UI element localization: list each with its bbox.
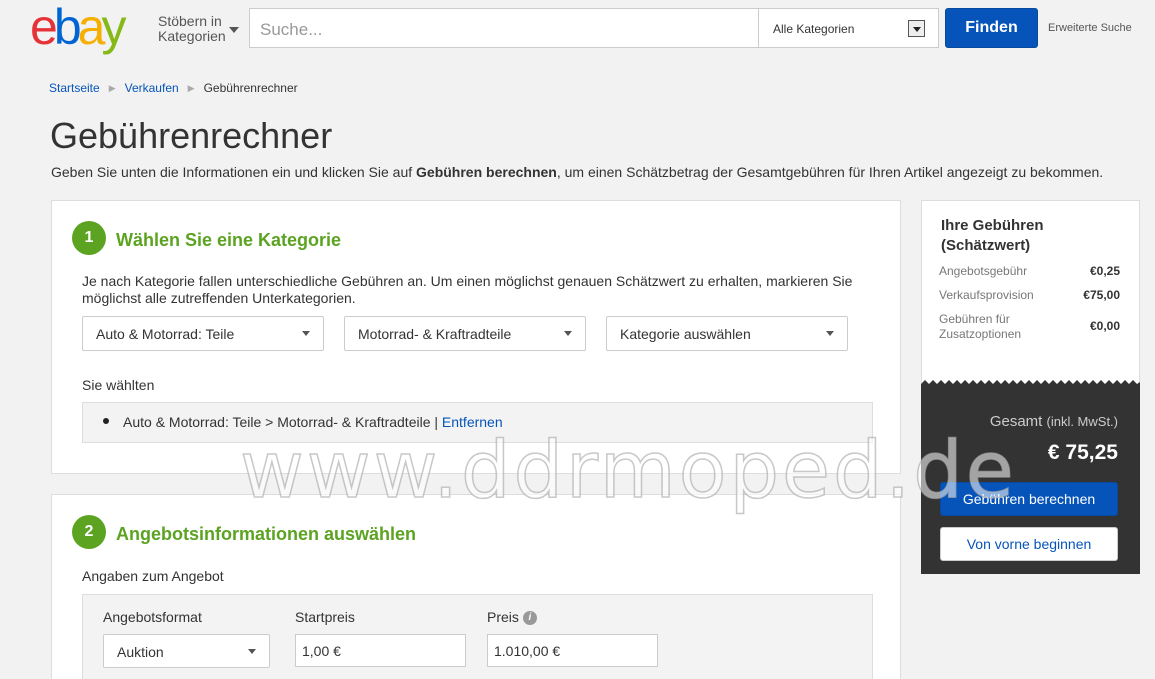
fee-value: €0,25 (1089, 264, 1120, 278)
dropdown-value: Auto & Motorrad: Teile (96, 326, 235, 342)
selected-category: Auto & Motorrad: Teile > Motorrad- & Kra… (82, 402, 873, 443)
chevron-down-icon (229, 27, 239, 33)
bullet-icon (103, 418, 109, 425)
breadcrumb: Startseite ▶ Verkaufen ▶ Gebührenrechner (49, 81, 298, 95)
fee-label: Angebotsgebühr (939, 264, 1028, 278)
format-label: Angebotsformat (103, 609, 202, 625)
find-button[interactable]: Finden (945, 8, 1038, 48)
start-over-button[interactable]: Von vorne beginnen (940, 527, 1118, 561)
calculate-fees-button[interactable]: Gebühren berechnen (940, 482, 1118, 516)
intro-after: , um einen Schätzbetrag der Gesamtgebühr… (556, 164, 1104, 180)
category-select[interactable]: Alle Kategorien (758, 8, 939, 48)
category-description: Je nach Kategorie fallen unterschiedlich… (82, 273, 853, 306)
fee-value: €75,00 (1083, 288, 1120, 302)
total-label: Gesamt (inkl. MwSt.) (990, 413, 1118, 430)
step-number-badge: 2 (72, 515, 106, 549)
category-dropdown-1[interactable]: Auto & Motorrad: Teile (82, 316, 324, 351)
logo-letter-e: e (30, 0, 58, 55)
logo-letter-b: b (53, 0, 82, 55)
chevron-right-icon: ▶ (108, 82, 116, 93)
intro-before: Geben Sie unten die Informationen ein un… (51, 164, 417, 180)
zigzag-edge (921, 380, 1140, 388)
price-input[interactable]: 1.010,00 € (487, 634, 658, 667)
browse-categories-button[interactable]: Stöbern in Kategorien (158, 14, 226, 44)
total-amount: € 75,25 (1047, 441, 1118, 464)
caret-down-icon (564, 331, 572, 336)
total-box: Gesamt (inkl. MwSt.) € 75,25 Gebühren be… (921, 380, 1140, 574)
page-title: Gebührenrechner (50, 115, 333, 156)
fee-row: Gebühren für Zusatzoptionen €0,00 (939, 312, 1120, 342)
step-number-badge: 1 (72, 221, 106, 255)
start-price-input[interactable]: 1,00 € (295, 634, 466, 667)
ebay-logo[interactable]: ebay (30, 0, 126, 55)
price-label-wrap: Preis i (487, 609, 537, 626)
fees-summary: Ihre Gebühren (Schätzwert) Angebotsgebüh… (921, 200, 1140, 386)
step-title: Wählen Sie eine Kategorie (116, 230, 342, 250)
browse-line-2: Kategorien (158, 28, 226, 44)
format-dropdown[interactable]: Auktion (103, 634, 270, 668)
fees-title: Ihre Gebühren (Schätzwert) (941, 217, 1044, 254)
start-price-label: Startpreis (295, 609, 355, 625)
price-label: Preis (487, 609, 519, 625)
fee-value: €0,00 (1089, 319, 1120, 333)
fee-label: Verkaufsprovision (939, 288, 1034, 302)
breadcrumb-current: Gebührenrechner (203, 81, 298, 95)
remove-link[interactable]: Entfernen (442, 414, 503, 430)
category-panel: 1 Wählen Sie eine Kategorie Je nach Kate… (51, 200, 901, 474)
caret-down-icon (826, 331, 834, 336)
fee-label: Gebühren für Zusatzoptionen (939, 312, 1022, 341)
selected-path: Auto & Motorrad: Teile > Motorrad- & Kra… (123, 414, 442, 430)
dropdown-arrow-icon (908, 20, 925, 37)
step-title: Angebotsinformationen auswählen (116, 524, 417, 544)
chevron-right-icon: ▶ (187, 82, 195, 93)
caret-down-icon (302, 331, 310, 336)
dropdown-value: Auktion (117, 644, 164, 660)
offer-details-label: Angaben zum Angebot (82, 568, 224, 584)
category-dropdown-2[interactable]: Motorrad- & Kraftradteile (344, 316, 586, 351)
dropdown-value: Kategorie auswählen (620, 326, 751, 342)
logo-letter-a: a (77, 0, 106, 55)
category-select-value: Alle Kategorien (773, 22, 855, 36)
category-dropdown-3[interactable]: Kategorie auswählen (606, 316, 848, 351)
breadcrumb-home[interactable]: Startseite (49, 81, 100, 95)
advanced-search-link[interactable]: Erweiterte Suche (1048, 22, 1132, 34)
browse-line-1: Stöbern in (158, 13, 222, 29)
breadcrumb-sell[interactable]: Verkaufen (125, 81, 179, 95)
intro-text: Geben Sie unten die Informationen ein un… (51, 164, 1103, 180)
total-label-text: Gesamt (989, 413, 1043, 430)
selected-label: Sie wählten (82, 377, 155, 393)
site-header: ebay Stöbern in Kategorien Suche... Alle… (0, 0, 1155, 60)
fee-row: Angebotsgebühr €0,25 (939, 264, 1120, 279)
offer-details-box: Angebotsformat Auktion Startpreis 1,00 €… (82, 594, 873, 679)
info-icon[interactable]: i (522, 611, 537, 626)
logo-letter-y: y (101, 0, 126, 55)
caret-down-icon (248, 649, 256, 654)
intro-bold: Gebühren berechnen (416, 164, 557, 180)
search-input[interactable]: Suche... (249, 8, 759, 48)
fee-row: Verkaufsprovision €75,00 (939, 288, 1120, 303)
offer-panel: 2 Angebotsinformationen auswählen Angabe… (51, 494, 901, 679)
dropdown-value: Motorrad- & Kraftradteile (358, 326, 512, 342)
total-note: (inkl. MwSt.) (1046, 414, 1119, 429)
